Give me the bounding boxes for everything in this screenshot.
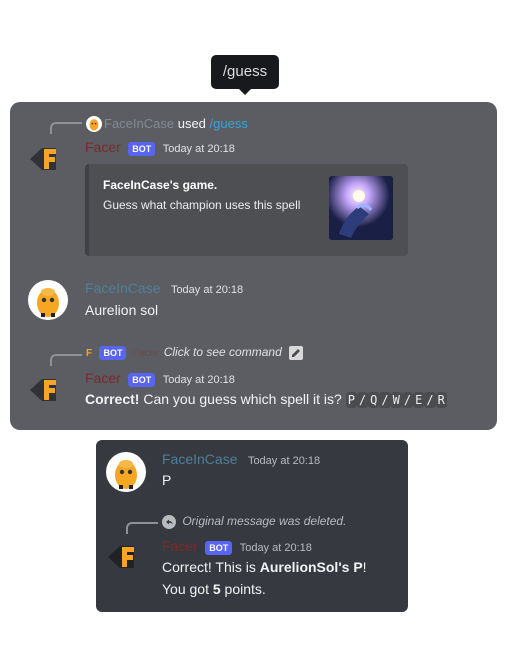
message-header-5: Facer BOT Today at 20:18	[162, 538, 312, 556]
f-logo-icon	[30, 379, 56, 401]
user-avatar-icon	[37, 288, 59, 317]
user-avatar[interactable]	[28, 280, 68, 320]
f-mini-logo-icon: F	[86, 348, 93, 359]
message-header-2: FaceInCase Today at 20:18	[85, 280, 243, 298]
timestamp: Today at 20:18	[162, 143, 235, 155]
spell-option: R	[435, 392, 447, 408]
reply-line-3: Original message was deleted.	[162, 514, 346, 529]
bot-badge: BOT	[205, 541, 233, 555]
text-segment: You got	[162, 581, 213, 597]
user-avatar-icon	[115, 460, 137, 489]
message-header-3: Facer BOT Today at 20:18	[85, 370, 235, 388]
bot-badge: BOT	[128, 142, 156, 156]
spell-option: W	[390, 392, 402, 408]
message-header-4: FaceInCase Today at 20:18	[162, 451, 320, 469]
message-panel-dark: FaceInCase Today at 20:18 P Original mes…	[96, 440, 408, 612]
message-text-line-1: Correct! This is AurelionSol's P!	[162, 559, 367, 575]
f-logo-icon	[30, 148, 56, 170]
user-avatar[interactable]	[106, 452, 146, 492]
timestamp: Today at 20:18	[247, 455, 321, 467]
timestamp: Today at 20:18	[170, 284, 244, 296]
points-value: 5	[212, 581, 221, 597]
message-panel-light: FaceInCase used /guess Facer BOT Today a…	[10, 102, 497, 430]
command-tooltip: /guess	[211, 55, 279, 95]
author-name[interactable]: Facer	[85, 139, 121, 155]
author-name[interactable]: Facer	[162, 538, 198, 554]
author-name[interactable]: Facer	[85, 370, 121, 386]
message-text-line-2: You got 5 points.	[162, 581, 266, 597]
timestamp: Today at 20:18	[162, 374, 235, 386]
embed-description: Guess what champion uses this spell	[103, 198, 301, 212]
text-segment: points.	[220, 581, 266, 597]
reply-arrow-icon	[162, 514, 176, 529]
facer-avatar[interactable]	[106, 537, 146, 577]
message-text: Aurelion sol	[85, 302, 159, 318]
reply-command[interactable]: /guess	[210, 116, 248, 131]
user-mini-avatar[interactable]	[86, 116, 102, 132]
spell-option: P	[345, 392, 357, 408]
reply-line-1: FaceInCase used /guess	[104, 116, 248, 131]
text-segment: !	[362, 559, 367, 575]
reply-connector	[50, 354, 82, 366]
message-header-1: Facer BOT Today at 20:18	[85, 139, 235, 157]
correct-label: Correct!	[85, 391, 140, 407]
separator: /	[379, 392, 391, 408]
spell-option: E	[413, 392, 425, 408]
facer-avatar[interactable]	[28, 370, 68, 410]
author-name[interactable]: FaceInCase	[162, 451, 237, 467]
embed-title: FaceInCase's game.	[103, 178, 218, 192]
reply-used-label: used	[177, 116, 206, 131]
spell-option: Q	[368, 392, 380, 408]
separator: /	[356, 392, 369, 408]
author-name[interactable]: FaceInCase	[85, 280, 160, 296]
text-segment: Correct! This is	[162, 559, 260, 575]
reply-username[interactable]: FaceInCase	[104, 116, 174, 131]
champion-spell: AurelionSol's P	[259, 559, 363, 575]
bot-badge: BOT	[99, 346, 127, 360]
reply-connector	[50, 122, 82, 134]
reply-author[interactable]: Facer	[133, 348, 159, 359]
message-text: Correct! Can you guess which spell it is…	[85, 391, 447, 408]
edit-icon[interactable]	[289, 345, 304, 360]
spell-thumbnail[interactable]	[329, 176, 393, 240]
click-to-see-command[interactable]: Click to see command	[164, 345, 282, 359]
bot-badge: BOT	[128, 373, 156, 387]
game-embed: FaceInCase's game. Guess what champion u…	[85, 164, 408, 256]
f-logo-icon	[108, 546, 134, 568]
message-text: P	[162, 472, 172, 488]
reply-connector	[126, 522, 158, 534]
reply-line-2: F BOT Facer Click to see command	[86, 345, 304, 360]
question-text: Can you guess which spell it is?	[139, 391, 346, 407]
timestamp: Today at 20:18	[239, 542, 312, 554]
separator: /	[401, 392, 414, 408]
facer-avatar[interactable]	[28, 139, 68, 179]
deleted-message-note: Original message was deleted.	[182, 514, 347, 528]
separator: /	[424, 392, 436, 408]
